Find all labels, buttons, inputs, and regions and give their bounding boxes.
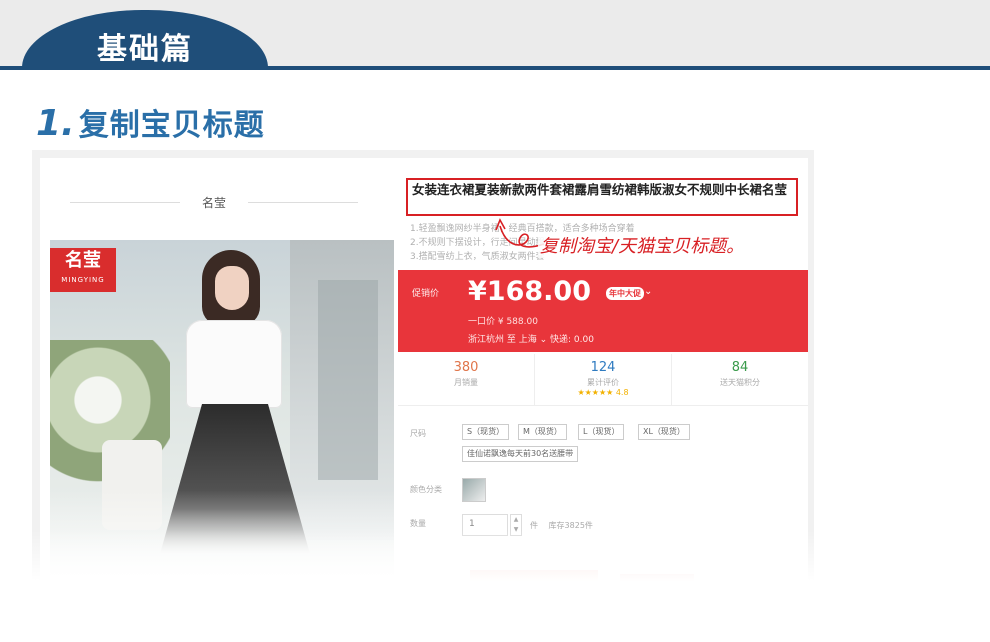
product-page-screenshot: 名莹 名莹 MINGYING 女装连衣裙夏装新款两件套裙露肩雪纺裙韩版淑女不规则…: [32, 150, 814, 590]
step-heading: 1. 复制宝贝标题: [36, 100, 265, 144]
original-price: 一口价 ¥ 588.00: [468, 317, 538, 327]
bottom-fade: [32, 530, 814, 590]
promo-option[interactable]: 佳仙诺飘逸每天前30名送腰带: [462, 446, 579, 462]
step-title: 复制宝贝标题: [78, 108, 265, 143]
size-option-l[interactable]: L（现货）: [578, 424, 625, 440]
model-blouse: [186, 320, 282, 408]
page: 基础篇 1. 复制宝贝标题 名莹 名莹 MINGYING 女装连衣裙夏装新款两件…: [0, 0, 990, 642]
shipping-info[interactable]: 浙江杭州 至 上海 ⌄ 快递: 0.00: [468, 332, 594, 345]
stat-number: 380: [453, 360, 479, 375]
promo-price-label: 促销价: [412, 289, 440, 299]
chevron-down-icon[interactable]: ⌄: [644, 286, 652, 297]
stat-reviews[interactable]: 124 累计评价 ★★★★★ 4.8: [535, 354, 672, 405]
curly-arrow-icon: [495, 218, 545, 248]
step-number: 1.: [36, 103, 75, 144]
promo-badge: 年中大促: [606, 287, 644, 300]
stat-number: 84: [731, 360, 749, 375]
stock-label: 库存3825件: [548, 521, 593, 530]
product-page: 名莹 名莹 MINGYING 女装连衣裙夏装新款两件套裙露肩雪纺裙韩版淑女不规则…: [40, 158, 808, 590]
star-rating: ★★★★★ 4.8: [577, 388, 629, 397]
stat-number: 124: [590, 360, 616, 375]
size-option-s[interactable]: S（现货）: [462, 424, 510, 440]
color-label: 颜色分类: [410, 485, 442, 494]
price-panel: 促销价 ¥168.00 年中大促 ⌄ 一口价 ¥ 588.00 浙江杭州 至 上…: [398, 270, 808, 352]
stat-label: 送天猫积分: [720, 378, 760, 387]
product-title[interactable]: 女装连衣裙夏装新款两件套裙露肩雪纺裙韩版淑女不规则中长裙名莹: [406, 178, 798, 216]
stat-points: 84 送天猫积分: [672, 354, 808, 405]
stat-monthly-sales: 380 月销量: [398, 354, 535, 405]
stat-label: 累计评价: [587, 378, 619, 387]
shop-logo: 名莹 MINGYING: [50, 248, 116, 292]
logo-text-en: MINGYING: [61, 276, 105, 284]
size-option-m[interactable]: M（现货）: [518, 424, 567, 440]
stat-label: 月销量: [454, 378, 478, 387]
color-swatch[interactable]: [462, 478, 486, 502]
promo-price: ¥168.00: [468, 276, 591, 307]
quantity-label: 数量: [410, 519, 426, 528]
size-option-xl[interactable]: XL（现货）: [638, 424, 690, 440]
divider: [248, 202, 358, 203]
stats-bar: 380 月销量 124 累计评价 ★★★★★ 4.8 84 送天猫积分: [398, 354, 808, 406]
logo-text-cn: 名莹: [65, 250, 101, 271]
photo-bg-rack: [318, 280, 378, 480]
annotation-copy-title: 复制淘宝/天猫宝贝标题。: [538, 232, 747, 258]
unit-label: 件: [530, 521, 538, 530]
model-face: [215, 266, 249, 310]
size-label: 尺码: [410, 429, 426, 438]
section-tab-label: 基础篇: [97, 32, 193, 67]
